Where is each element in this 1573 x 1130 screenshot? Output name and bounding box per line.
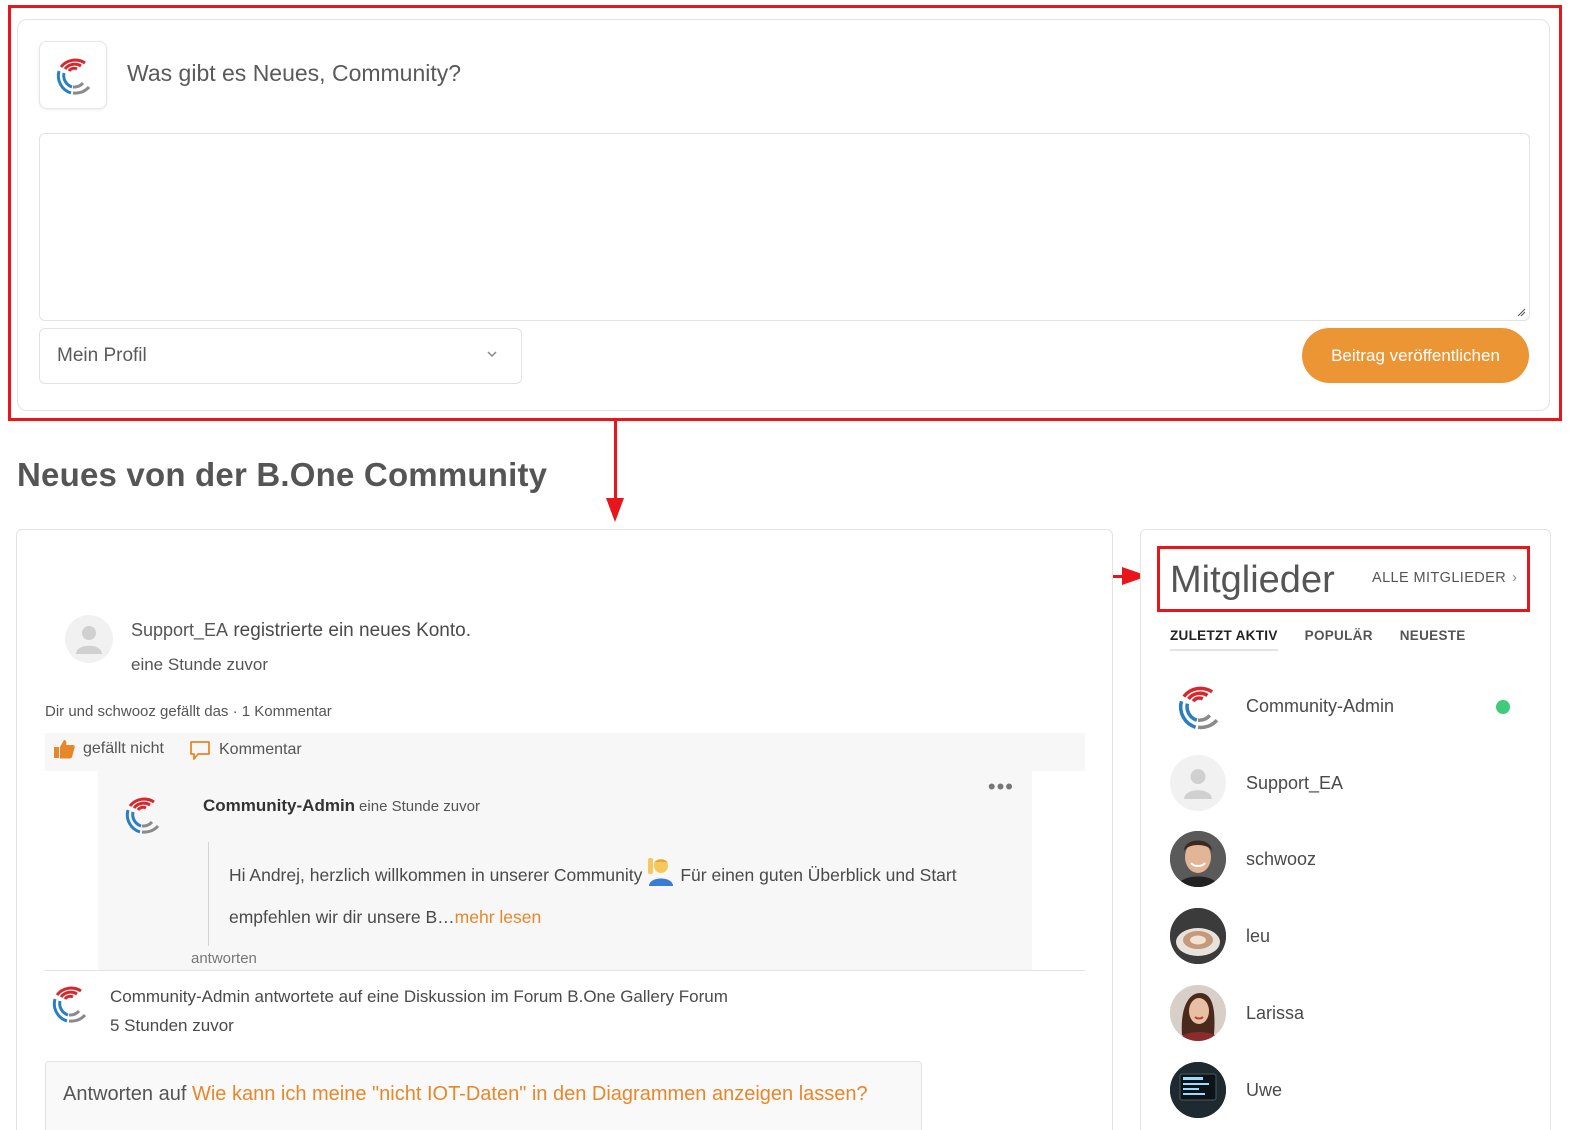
chevron-down-icon — [487, 351, 497, 358]
all-members-link[interactable]: ALLE MITGLIEDER › — [1372, 570, 1517, 586]
member-name: Uwe — [1246, 1079, 1283, 1100]
waving-person-icon — [646, 854, 676, 899]
activity-action: registrierte ein neues Konto. — [228, 620, 471, 641]
activity-action-bar: gefällt nicht Kommentar — [45, 733, 1085, 771]
avatar — [1170, 1062, 1226, 1118]
comment-quote-rule — [208, 842, 209, 946]
feed-divider — [45, 970, 1085, 971]
comment-bubble-icon — [190, 741, 210, 760]
composer-prompt: Was gibt es Neues, Community? — [127, 60, 462, 86]
member-item[interactable]: schwooz — [1170, 831, 1530, 887]
community-logo-icon — [1178, 686, 1219, 730]
tab-newest[interactable]: NEUESTE — [1400, 628, 1466, 651]
coffee-cup-photo-icon — [1170, 908, 1226, 964]
avatar[interactable] — [47, 981, 91, 1030]
user-placeholder-icon — [1184, 769, 1212, 799]
member-item[interactable]: Uwe — [1170, 1062, 1530, 1118]
avatar[interactable] — [120, 792, 164, 841]
discussion-reply-card: Antworten auf Wie kann ich meine "nicht … — [45, 1061, 922, 1130]
members-widget: Mitglieder ALLE MITGLIEDER › ZULETZT AKTI… — [1140, 529, 1551, 1130]
member-name: Community-Admin — [1246, 695, 1395, 716]
avatar[interactable] — [65, 615, 113, 663]
community-logo-icon — [56, 58, 91, 95]
member-item[interactable]: Community-Admin — [1170, 678, 1530, 734]
member-item[interactable]: leu — [1170, 908, 1530, 964]
activity-feed: Support_EA registrierte ein neues Konto.… — [16, 529, 1113, 1130]
discussion-topic-link[interactable]: Wie kann ich meine "nicht IOT-Daten" in … — [192, 1083, 868, 1105]
thumbs-up-icon — [54, 740, 75, 759]
discussion-reply-text: Antworten auf Wie kann ich meine "nicht … — [63, 1083, 868, 1106]
members-title: Mitglieder — [1170, 559, 1335, 601]
avatar — [1170, 755, 1226, 811]
comment-text-start: Hi Andrej, herzlich willkommen in unsere… — [229, 865, 643, 886]
activity-text: Community-Admin antwortete auf eine Disk… — [110, 987, 728, 1006]
member-item[interactable]: Support_EA — [1170, 755, 1530, 811]
all-members-label: ALLE MITGLIEDER — [1372, 570, 1507, 586]
comment-label: Kommentar — [219, 741, 302, 758]
unlike-label: gefällt nicht — [83, 740, 164, 757]
likes-summary[interactable]: Dir und schwooz gefällt das · 1 Kommenta… — [45, 703, 332, 720]
post-textarea[interactable] — [39, 133, 1530, 321]
comment-time: eine Stunde zuvor — [359, 798, 480, 815]
reply-prefix: Antworten auf — [63, 1083, 192, 1105]
community-logo-avatar[interactable] — [39, 41, 107, 109]
comment-body: Hi Andrej, herzlich willkommen in unsere… — [229, 854, 1009, 936]
activity-text: Support_EA registrierte ein neues Konto. — [131, 620, 471, 642]
reply-link[interactable]: antworten — [191, 950, 257, 967]
avatar — [1170, 985, 1226, 1041]
annotation-arrow-down-head — [606, 498, 624, 522]
member-tabs: ZULETZT AKTIV POPULÄR NEUESTE — [1170, 628, 1466, 651]
member-name: leu — [1246, 925, 1271, 946]
activity-time: 5 Stunden zuvor — [110, 1016, 234, 1035]
member-name: schwooz — [1246, 848, 1317, 869]
member-item[interactable]: Larissa — [1170, 985, 1530, 1041]
member-name: Larissa — [1246, 1002, 1305, 1023]
device-display-photo-icon — [1170, 1062, 1226, 1118]
comment-item: Community-Admin eine Stunde zuvor ••• Hi … — [98, 770, 1032, 970]
activity-user-link[interactable]: Support_EA — [131, 620, 228, 640]
publish-button[interactable]: Beitrag veröffentlichen — [1302, 328, 1529, 383]
comment-button[interactable]: Kommentar — [189, 739, 302, 761]
member-name: Support_EA — [1246, 772, 1344, 793]
user-photo-icon — [1170, 831, 1226, 887]
avatar — [1170, 908, 1226, 964]
read-more-link[interactable]: mehr lesen — [455, 907, 542, 927]
unlike-button[interactable]: gefällt nicht — [53, 739, 164, 759]
post-composer: Was gibt es Neues, Community? Mein Profi… — [17, 19, 1550, 411]
more-options-icon[interactable]: ••• — [988, 774, 1014, 800]
online-status-dot — [1496, 700, 1510, 714]
tab-popular[interactable]: POPULÄR — [1305, 628, 1373, 651]
page-title: Neues von der B.One Community — [17, 456, 548, 493]
community-logo-icon — [52, 986, 87, 1023]
tab-recently-active[interactable]: ZULETZT AKTIV — [1170, 628, 1278, 651]
avatar — [1170, 678, 1226, 734]
chevron-right-icon: › — [1512, 570, 1518, 586]
avatar — [1170, 831, 1226, 887]
comment-author-link[interactable]: Community-Admin — [203, 796, 355, 815]
comment-author: Community-Admin eine Stunde zuvor — [203, 796, 480, 816]
activity-time: eine Stunde zuvor — [131, 655, 269, 674]
visibility-selected-value: Mein Profil — [57, 345, 147, 366]
annotation-arrow-down — [614, 420, 617, 502]
user-photo-icon — [1170, 985, 1226, 1041]
visibility-select[interactable]: Mein Profil — [39, 328, 522, 384]
community-logo-icon — [125, 797, 160, 834]
user-placeholder-icon — [76, 626, 102, 654]
resize-grip-icon[interactable] — [1516, 307, 1526, 317]
